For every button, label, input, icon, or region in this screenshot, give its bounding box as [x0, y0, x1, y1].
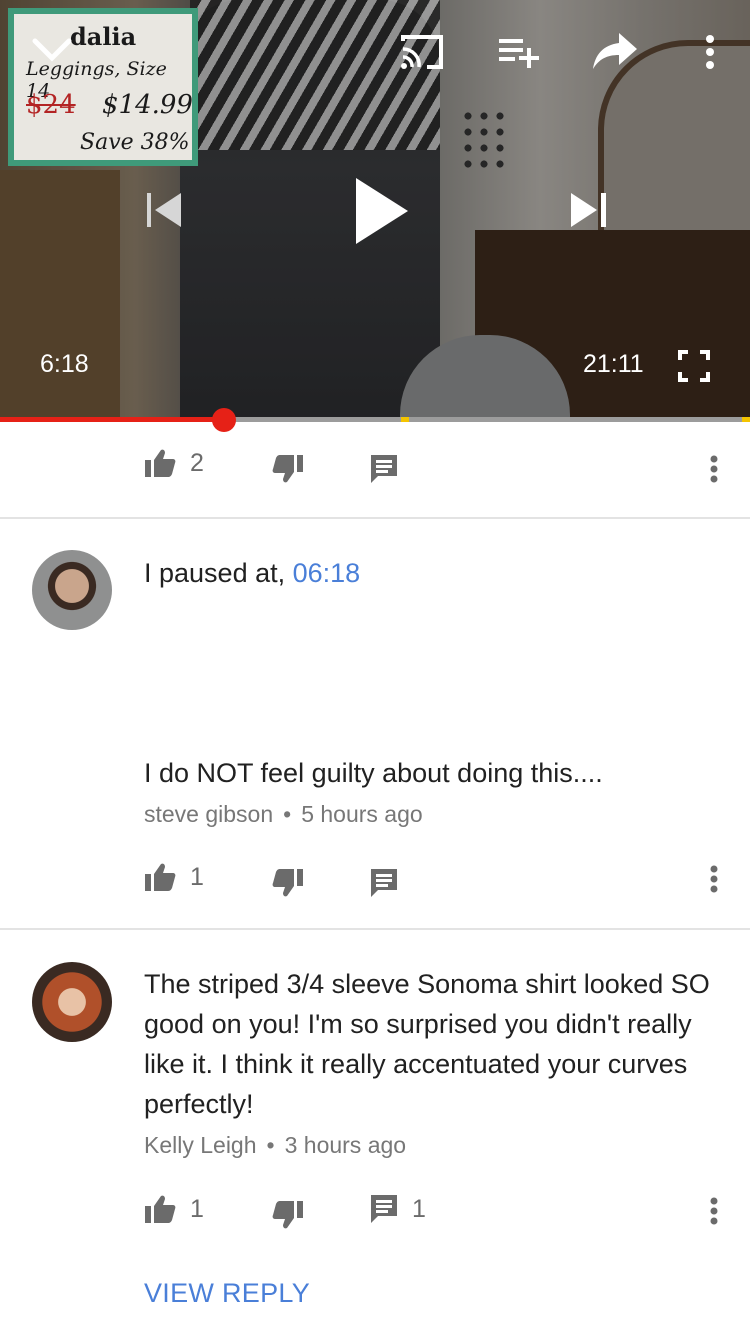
- comment-icon: [371, 869, 397, 897]
- dislike-button[interactable]: [272, 1200, 304, 1230]
- dislike-button[interactable]: [272, 454, 304, 484]
- thumb-down-icon: [272, 869, 303, 897]
- reply-button[interactable]: [370, 868, 398, 898]
- avatar[interactable]: [32, 962, 112, 1042]
- play-icon[interactable]: [350, 175, 412, 247]
- skip-previous-icon[interactable]: [140, 188, 186, 232]
- ad-marker: [401, 417, 409, 422]
- comment-text-line: I do NOT feel guilty about doing this...…: [144, 758, 603, 788]
- fullscreen-icon[interactable]: [676, 348, 712, 384]
- thumb-up-icon: [145, 863, 176, 891]
- comment-text: The striped 3/4 sleeve Sonoma shirt look…: [144, 969, 710, 1119]
- timestamp-link[interactable]: 06:18: [293, 558, 361, 588]
- skip-next-icon[interactable]: [566, 188, 612, 232]
- promo-old-price: $24: [26, 90, 76, 120]
- comment-meta: steve gibson • 5 hours ago: [144, 801, 423, 828]
- comment-author[interactable]: steve gibson: [144, 801, 273, 827]
- progress-played: [0, 417, 224, 422]
- more-vert-icon[interactable]: [702, 454, 726, 484]
- meta-separator: •: [266, 1132, 275, 1158]
- like-count: 2: [190, 448, 204, 477]
- comment-action-bar: 1 1: [0, 1180, 750, 1240]
- divider: [0, 517, 750, 519]
- share-icon[interactable]: [590, 30, 640, 72]
- comment-time: 5 hours ago: [301, 801, 423, 827]
- comment-text: I paused at, 06:18: [144, 553, 714, 593]
- reply-button[interactable]: 1: [370, 1194, 426, 1224]
- promo-savings: Save 38%: [80, 130, 190, 155]
- view-reply-button[interactable]: VIEW REPLY: [144, 1278, 310, 1309]
- more-vert-icon[interactable]: [702, 864, 726, 894]
- progress-scrubber[interactable]: [211, 408, 236, 432]
- video-action-bar: 2: [0, 438, 750, 498]
- comment-button[interactable]: [370, 454, 398, 484]
- cast-icon[interactable]: [398, 32, 446, 72]
- more-vert-icon[interactable]: [698, 32, 722, 72]
- ad-marker: [742, 417, 750, 422]
- comment-icon: [371, 455, 397, 483]
- reply-count: 1: [412, 1194, 426, 1223]
- comment-action-bar: 1: [0, 848, 750, 908]
- add-to-playlist-icon[interactable]: [496, 34, 542, 70]
- more-vert-icon[interactable]: [702, 1196, 726, 1226]
- thumb-up-icon: [145, 1195, 176, 1223]
- dislike-button[interactable]: [272, 868, 304, 898]
- video-player[interactable]: dalia Leggings, Size 14 $24 $14.99 Save …: [0, 0, 750, 420]
- chevron-down-icon[interactable]: [30, 30, 74, 70]
- thumb-down-icon: [272, 455, 303, 483]
- like-button[interactable]: 1: [144, 1194, 204, 1224]
- promo-brand: dalia: [70, 22, 137, 51]
- comment-icon: [371, 1195, 397, 1223]
- comment-meta: Kelly Leigh • 3 hours ago: [144, 1132, 406, 1159]
- meta-separator: •: [283, 801, 292, 827]
- divider: [0, 928, 750, 930]
- like-button[interactable]: 2: [144, 448, 204, 478]
- progress-bar[interactable]: [0, 417, 750, 422]
- like-count: 1: [190, 862, 204, 891]
- comment-time: 3 hours ago: [284, 1132, 407, 1158]
- avatar[interactable]: [32, 550, 112, 630]
- thumb-down-icon: [272, 1201, 303, 1229]
- promo-new-price: $14.99: [102, 90, 193, 120]
- comment-author[interactable]: Kelly Leigh: [144, 1132, 257, 1158]
- current-time: 6:18: [40, 350, 89, 378]
- like-count: 1: [190, 1194, 204, 1223]
- thumb-up-icon: [145, 449, 176, 477]
- duration: 21:11: [583, 350, 644, 378]
- comment-text-prefix: I paused at,: [144, 558, 293, 588]
- like-button[interactable]: 1: [144, 862, 204, 892]
